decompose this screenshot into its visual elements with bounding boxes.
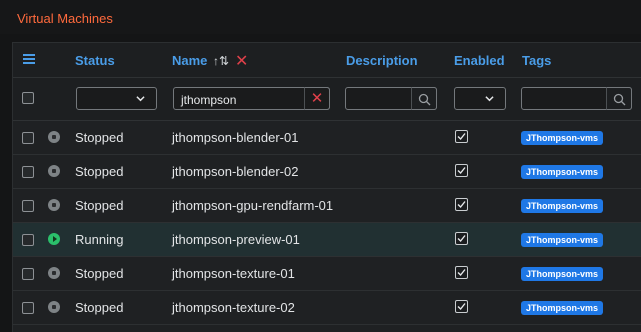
checkbox-checked-icon [457,269,466,277]
name-cell[interactable]: jthompson-texture-02 [172,300,295,315]
select-all-checkbox[interactable] [22,92,34,104]
column-header-enabled[interactable]: Enabled [454,53,505,68]
stop-circle-icon [48,267,60,279]
stop-circle-icon [48,199,60,211]
tag-badge[interactable]: JThompson-vms [521,233,604,247]
clear-filter-icon[interactable]: ✕ [304,87,330,110]
enabled-checkbox[interactable] [455,266,468,279]
filter-row: jthompson ✕ [13,78,641,121]
table-row[interactable]: Stopped jthompson-blender-01 JThompson-vms [13,121,641,155]
status-cell: Stopped [75,300,124,315]
tags-filter-input[interactable] [521,87,632,110]
enabled-checkbox[interactable] [455,130,468,143]
status-cell: Stopped [75,198,124,213]
table-row[interactable]: Stopped jthompson-texture-02 JThompson-vms [13,291,641,325]
stop-circle-icon [48,301,60,313]
status-cell: Running [75,232,124,247]
column-header-description[interactable]: Description [346,53,418,68]
table-row[interactable]: Running jthompson-preview-01 JThompson-vms [13,223,641,257]
description-filter-input[interactable] [345,87,437,110]
checkbox-checked-icon [457,303,466,311]
row-select-checkbox[interactable] [22,166,34,178]
checkbox-checked-icon [457,167,466,175]
name-cell[interactable]: jthompson-blender-02 [172,164,298,179]
checkbox-checked-icon [457,235,466,243]
checkbox-checked-icon [457,201,466,209]
status-cell: Stopped [75,266,124,281]
hamburger-menu-icon[interactable] [23,54,35,64]
page-title: Virtual Machines [17,11,113,26]
row-select-checkbox[interactable] [22,302,34,314]
column-header-tags[interactable]: Tags [522,53,551,68]
table-row[interactable]: Stopped jthompson-gpu-rendfarm-01 JThompso… [13,189,641,223]
row-select-checkbox[interactable] [22,200,34,212]
tag-badge[interactable]: JThompson-vms [521,199,604,213]
tag-badge[interactable]: JThompson-vms [521,165,604,179]
name-cell[interactable]: jthompson-texture-01 [172,266,295,281]
play-circle-icon [48,233,60,245]
stop-circle-icon [48,165,60,177]
grid-header: Status Name ↑⇅ ✕ Description Enabled Tag… [13,43,641,78]
enabled-checkbox[interactable] [455,300,468,313]
enabled-checkbox[interactable] [455,198,468,211]
checkbox-checked-icon [457,133,466,141]
tag-badge[interactable]: JThompson-vms [521,301,604,315]
enabled-filter-dropdown[interactable] [454,87,506,110]
status-cell: Stopped [75,130,124,145]
stop-circle-icon [48,131,60,143]
search-icon[interactable] [606,87,632,110]
enabled-checkbox[interactable] [455,232,468,245]
enabled-checkbox[interactable] [455,164,468,177]
sort-ascending-icon[interactable]: ↑⇅ [213,54,229,68]
name-filter-input[interactable]: jthompson ✕ [173,87,330,110]
row-select-checkbox[interactable] [22,234,34,246]
vm-grid: Status Name ↑⇅ ✕ Description Enabled Tag… [12,42,641,332]
column-header-status[interactable]: Status [75,53,115,68]
search-icon[interactable] [411,87,437,110]
status-filter-dropdown[interactable] [76,87,157,110]
name-cell[interactable]: jthompson-gpu-rendfarm-01 [172,198,333,213]
chevron-down-icon [136,96,145,102]
status-cell: Stopped [75,164,124,179]
row-select-checkbox[interactable] [22,268,34,280]
name-cell[interactable]: jthompson-preview-01 [172,232,300,247]
table-row[interactable]: Stopped jthompson-texture-01 JThompson-vms [13,257,641,291]
clear-sort-icon[interactable]: ✕ [235,51,248,71]
chevron-down-icon [485,96,494,102]
tag-badge[interactable]: JThompson-vms [521,267,604,281]
tag-badge[interactable]: JThompson-vms [521,131,604,145]
table-row[interactable]: Stopped jthompson-blender-02 JThompson-vms [13,155,641,189]
name-cell[interactable]: jthompson-blender-01 [172,130,298,145]
row-select-checkbox[interactable] [22,132,34,144]
column-header-name[interactable]: Name [172,53,207,68]
